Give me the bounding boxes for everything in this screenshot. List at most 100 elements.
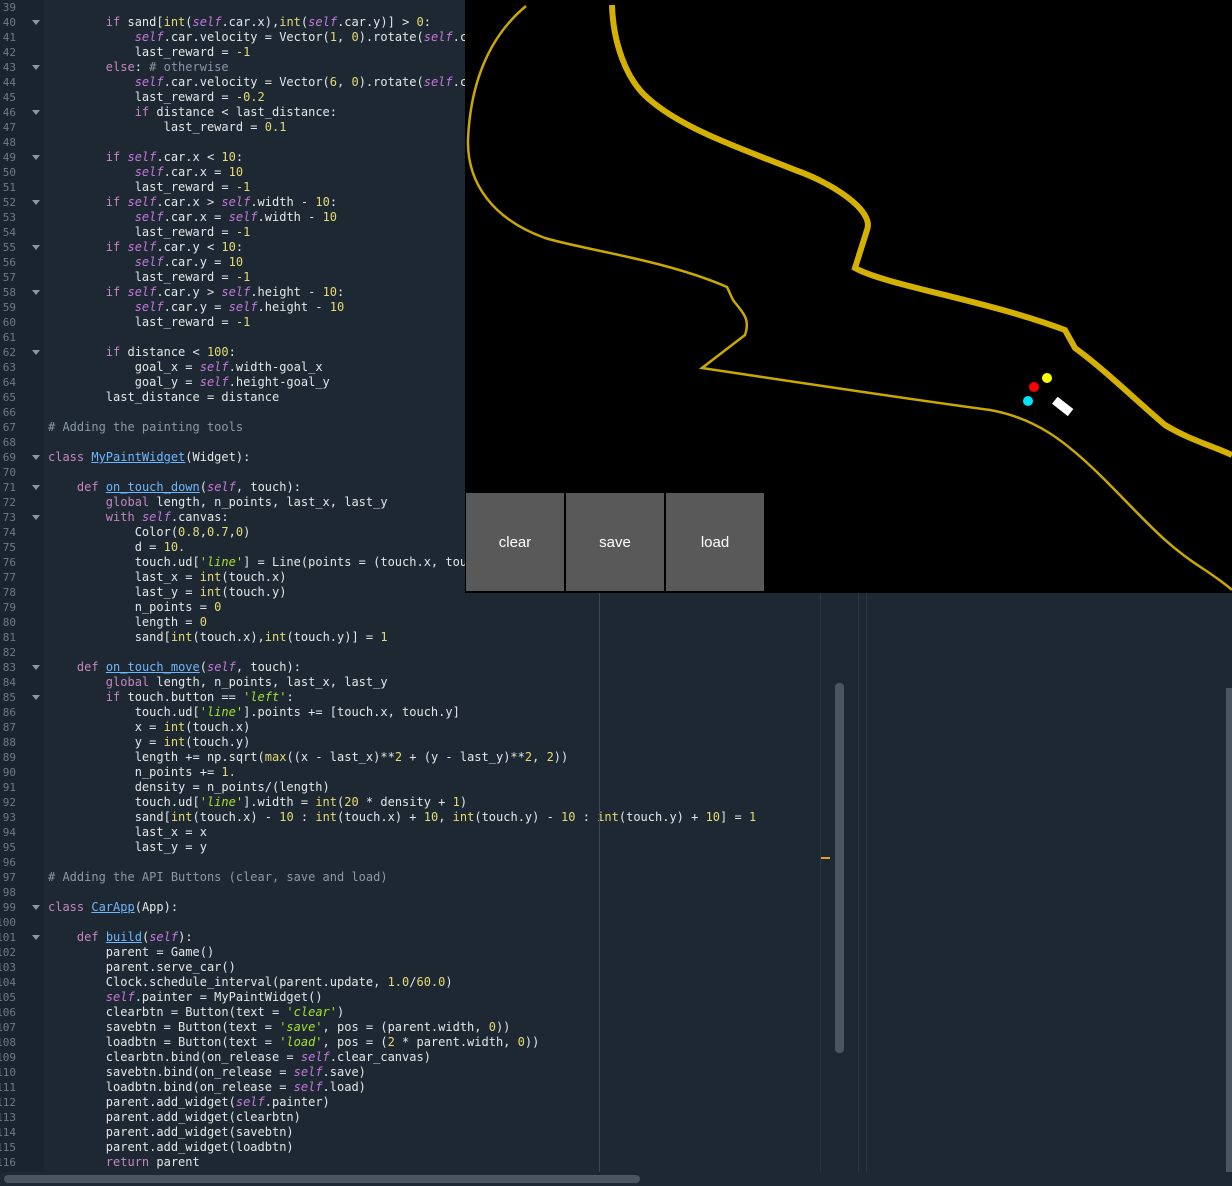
line-number: 51	[2, 181, 16, 194]
code-text: parent.serve_car()	[48, 960, 236, 974]
code-line[interactable]: 112 parent.add_widget(self.painter)	[0, 1095, 820, 1110]
line-number: 73	[2, 511, 16, 524]
code-line[interactable]: 88 y = int(touch.y)	[0, 735, 820, 750]
code-text: def build(self):	[76, 930, 193, 944]
fold-arrow-icon[interactable]	[32, 515, 40, 520]
line-number: 114	[0, 1126, 16, 1139]
code-line[interactable]: 84 global length, n_points, last_x, last…	[0, 675, 820, 690]
fold-arrow-icon[interactable]	[32, 155, 40, 160]
fold-arrow-icon[interactable]	[32, 290, 40, 295]
code-text: if distance < 100:	[105, 345, 236, 359]
ball-yellow	[1042, 373, 1052, 383]
code-line[interactable]: 113 parent.add_widget(clearbtn)	[0, 1110, 820, 1125]
horizontal-scrollbar-thumb[interactable]	[4, 1175, 640, 1183]
code-text: loadbtn = Button(text = 'load', pos = (2…	[48, 1035, 540, 1049]
code-text: last_x = int(touch.x)	[48, 570, 287, 584]
fold-arrow-icon[interactable]	[32, 665, 40, 670]
code-line[interactable]: 116 return parent	[0, 1155, 820, 1170]
save-button[interactable]: save	[566, 493, 664, 591]
code-line[interactable]: 108 loadbtn = Button(text = 'load', pos …	[0, 1035, 820, 1050]
code-line[interactable]: 94 last_x = x	[0, 825, 820, 840]
fold-arrow-icon[interactable]	[32, 935, 40, 940]
line-number: 96	[2, 856, 16, 869]
code-text: if sand[int(self.car.x),int(self.car.y)]…	[105, 15, 432, 29]
column-ruler	[599, 593, 600, 1172]
ball-cyan	[1023, 396, 1033, 406]
line-number: 39	[2, 1, 16, 14]
code-text: length += np.sqrt(max((x - last_x)**2 + …	[48, 750, 569, 764]
line-number: 75	[2, 541, 16, 554]
code-line[interactable]: 87 x = int(touch.x)	[0, 720, 820, 735]
code-line[interactable]: 101 def build(self):	[0, 930, 820, 945]
vertical-scrollbar-thumb[interactable]	[835, 683, 844, 1053]
fold-arrow-icon[interactable]	[32, 200, 40, 205]
code-line[interactable]: 86 touch.ud['line'].points += [touch.x, …	[0, 705, 820, 720]
clear-button[interactable]: clear	[466, 493, 564, 591]
fold-arrow-icon[interactable]	[32, 695, 40, 700]
fold-arrow-icon[interactable]	[32, 455, 40, 460]
code-line[interactable]: 110 savebtn.bind(on_release = self.save)	[0, 1065, 820, 1080]
code-line[interactable]: 103 parent.serve_car()	[0, 960, 820, 975]
code-line[interactable]: 99 class CarApp(App):	[0, 900, 820, 915]
code-line[interactable]: 85 if touch.button == 'left':	[0, 690, 820, 705]
code-line[interactable]: 82	[0, 645, 820, 660]
code-line[interactable]: 93 sand[int(touch.x) - 10 : int(touch.x)…	[0, 810, 820, 825]
line-number: 72	[2, 496, 16, 509]
fold-arrow-icon[interactable]	[32, 20, 40, 25]
code-text: touch.ud['line'].width = int(20 * densit…	[48, 795, 468, 809]
fold-arrow-icon[interactable]	[32, 350, 40, 355]
code-text: parent.add_widget(self.painter)	[48, 1095, 330, 1109]
sand-line	[609, 4, 1232, 458]
code-line[interactable]: 111 loadbtn.bind(on_release = self.load)	[0, 1080, 820, 1095]
line-number: 109	[0, 1051, 16, 1064]
code-line[interactable]: 106 clearbtn = Button(text = 'clear')	[0, 1005, 820, 1020]
code-text: x = int(touch.x)	[48, 720, 251, 734]
code-line[interactable]: 90 n_points += 1.	[0, 765, 820, 780]
code-text: Color(0.8,0.7,0)	[48, 525, 251, 539]
line-number: 84	[2, 676, 16, 689]
code-line[interactable]: 115 parent.add_widget(loadbtn)	[0, 1140, 820, 1155]
fold-arrow-icon[interactable]	[32, 245, 40, 250]
line-number: 89	[2, 751, 16, 764]
code-line[interactable]: 81 sand[int(touch.x),int(touch.y)] = 1	[0, 630, 820, 645]
code-line[interactable]: 102 parent = Game()	[0, 945, 820, 960]
code-line[interactable]: 100	[0, 915, 820, 930]
fold-arrow-icon[interactable]	[32, 485, 40, 490]
load-button[interactable]: load	[666, 493, 764, 591]
code-line[interactable]: 91 density = n_points/(length)	[0, 780, 820, 795]
code-line[interactable]: 97 # Adding the API Buttons (clear, save …	[0, 870, 820, 885]
code-line[interactable]: 79 n_points = 0	[0, 600, 820, 615]
code-text: savebtn = Button(text = 'save', pos = (p…	[48, 1020, 511, 1034]
fold-arrow-icon[interactable]	[32, 905, 40, 910]
code-line[interactable]: 105 self.painter = MyPaintWidget()	[0, 990, 820, 1005]
code-text: last_y = y	[48, 840, 207, 854]
minimap-separator	[820, 593, 821, 1172]
line-number: 116	[0, 1156, 16, 1169]
kivy-app-window[interactable]: clear save load	[465, 0, 1232, 593]
fold-arrow-icon[interactable]	[32, 110, 40, 115]
panel-divider	[858, 593, 859, 1172]
code-line[interactable]: 107 savebtn = Button(text = 'save', pos …	[0, 1020, 820, 1035]
code-line[interactable]: 89 length += np.sqrt(max((x - last_x)**2…	[0, 750, 820, 765]
code-line[interactable]: 98	[0, 885, 820, 900]
code-line[interactable]: 95 last_y = y	[0, 840, 820, 855]
line-number: 76	[2, 556, 16, 569]
code-text: if self.car.x < 10:	[105, 150, 244, 164]
code-line[interactable]: 104 Clock.schedule_interval(parent.updat…	[0, 975, 820, 990]
code-line[interactable]: 96	[0, 855, 820, 870]
code-line[interactable]: 92 touch.ud['line'].width = int(20 * den…	[0, 795, 820, 810]
line-number: 106	[0, 1006, 16, 1019]
line-number: 115	[0, 1141, 16, 1154]
code-line[interactable]: 80 length = 0	[0, 615, 820, 630]
code-line[interactable]: 109 clearbtn.bind(on_release = self.clea…	[0, 1050, 820, 1065]
line-number: 56	[2, 256, 16, 269]
code-line[interactable]: 83 def on_touch_move(self, touch):	[0, 660, 820, 675]
right-pane-scrollbar[interactable]	[1226, 688, 1232, 1178]
code-line[interactable]: 114 parent.add_widget(savebtn)	[0, 1125, 820, 1140]
code-text: def on_touch_down(self, touch):	[76, 480, 301, 494]
line-number: 67	[2, 421, 16, 434]
fold-arrow-icon[interactable]	[32, 65, 40, 70]
code-text: last_y = int(touch.y)	[48, 585, 287, 599]
line-number: 49	[2, 151, 16, 164]
code-text: last_reward = -1	[48, 270, 251, 284]
